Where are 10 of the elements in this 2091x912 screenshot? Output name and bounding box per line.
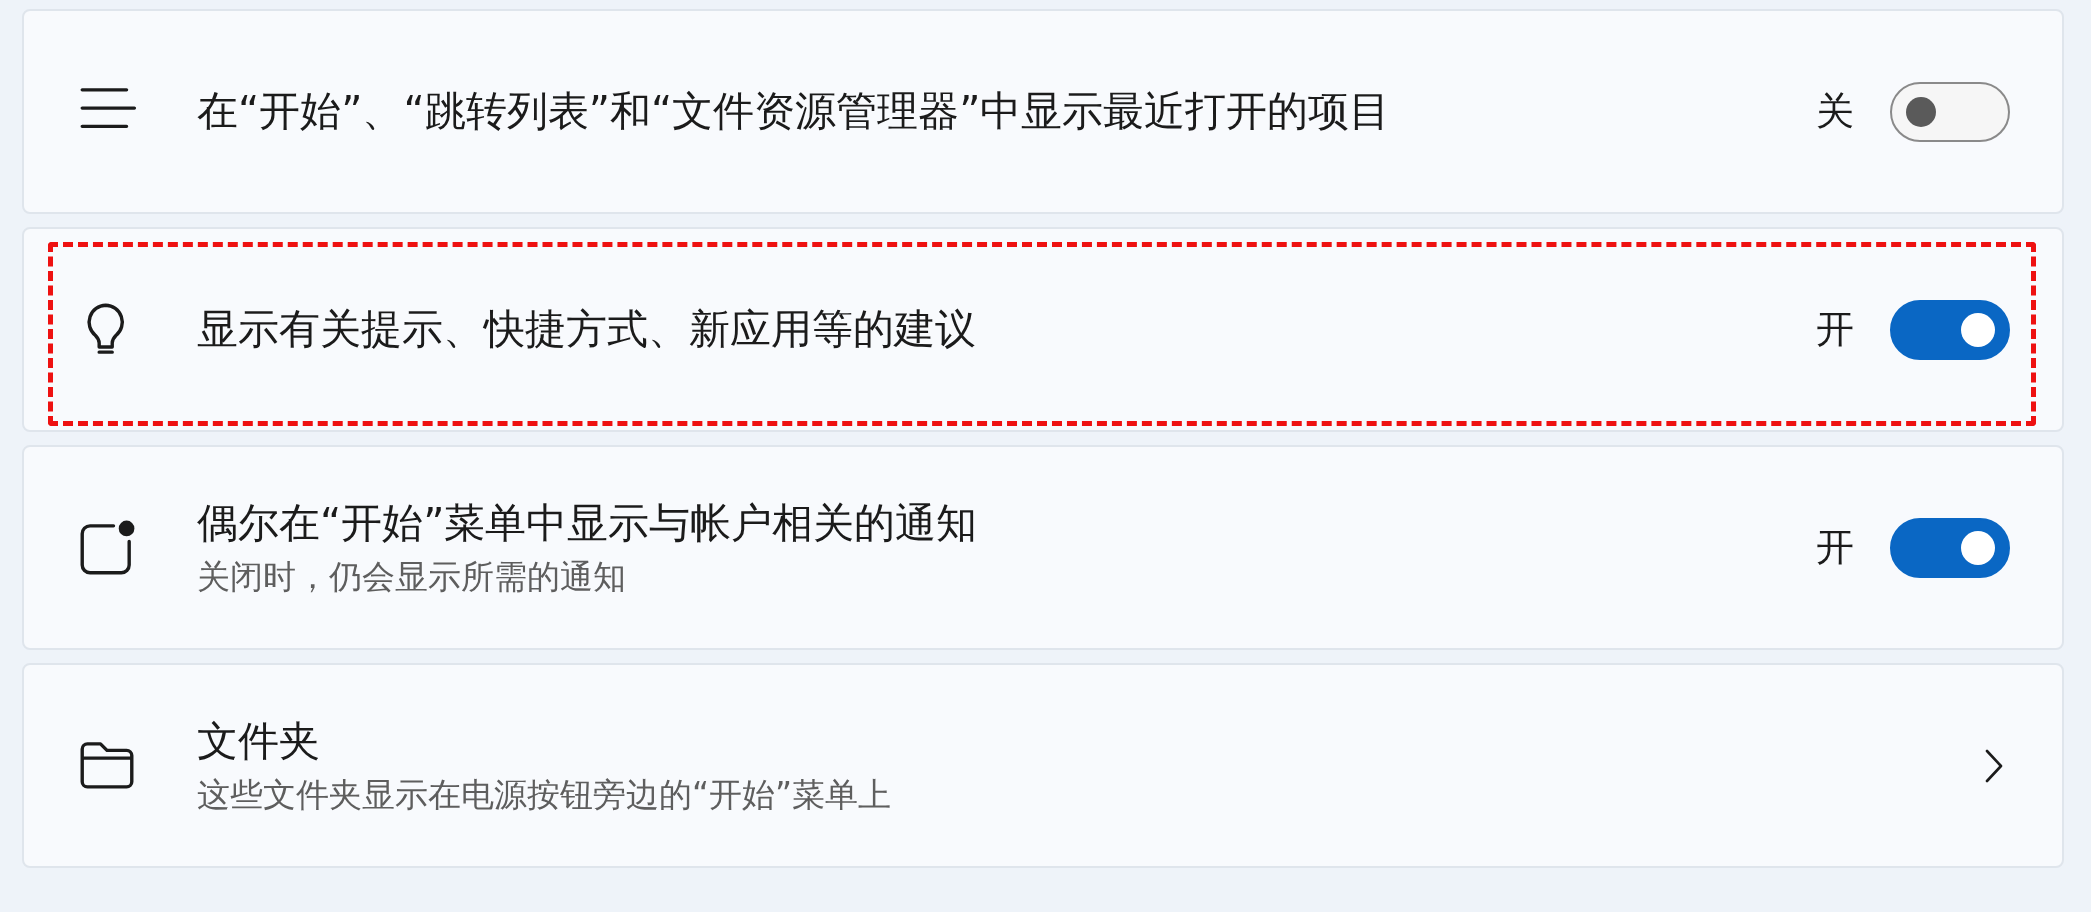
- chevron-right-icon[interactable]: [1984, 747, 2004, 784]
- setting-title: 偶尔在“开始”菜单中显示与帐户相关的通知: [197, 497, 979, 549]
- setting-title: 显示有关提示、快捷方式、新应用等的建议: [197, 304, 977, 355]
- toggle-state-label: 开: [1816, 524, 1854, 571]
- setting-title: 在“开始”、“跳转列表”和“文件资源管理器”中显示最近打开的项目: [197, 86, 1392, 137]
- setting-description: 关闭时，仍会显示所需的通知: [197, 555, 627, 598]
- setting-title: 文件夹: [197, 715, 321, 767]
- toggle-state-label: 关: [1816, 88, 1854, 135]
- toggle-state-label: 开: [1816, 306, 1854, 353]
- setting-description: 这些文件夹显示在电源按钮旁边的“开始”菜单上: [197, 773, 893, 816]
